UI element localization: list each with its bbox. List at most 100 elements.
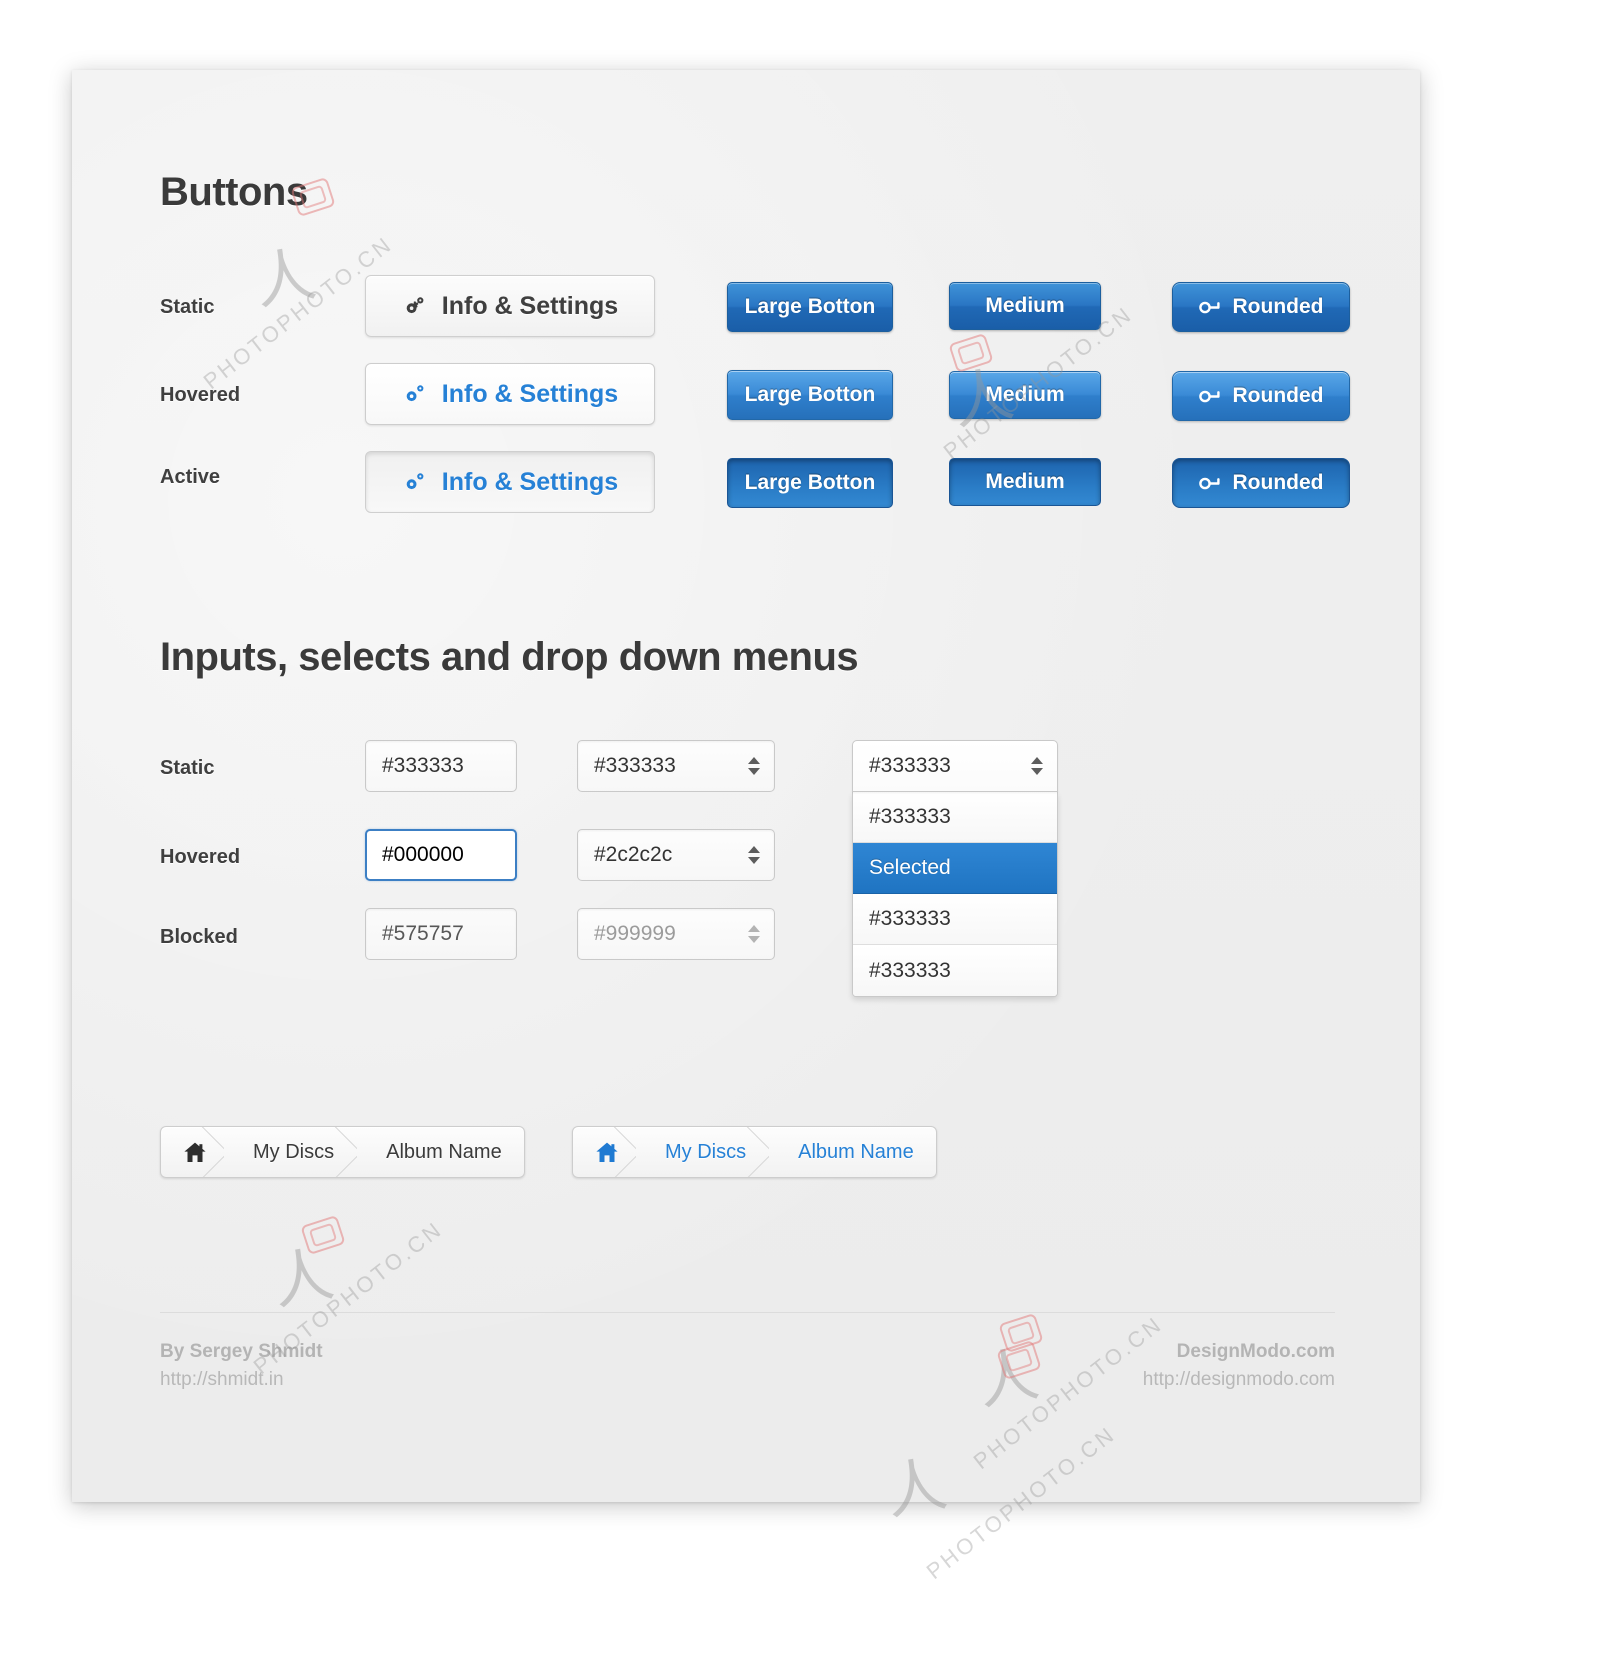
info-settings-button-active[interactable]: Info & Settings [365,451,655,513]
gear-icon [402,381,428,407]
dropdown-toggle[interactable]: #333333 [852,740,1058,792]
select-input-value: #2c2c2c [594,843,673,866]
text-input-value: #575757 [382,922,464,945]
large-button-active[interactable]: Large Botton [727,458,893,508]
dropdown-option[interactable]: #333333 [853,792,1057,843]
watermark-glyph: 人 [972,1339,1044,1419]
chevron-up-icon[interactable] [748,846,760,853]
chevron-up-icon [748,925,760,932]
dropdown-option[interactable]: #333333 [853,894,1057,945]
watermark-glyph: 人 [267,1239,339,1319]
chevron-down-icon[interactable] [1031,768,1043,775]
watermark-text: PHOTOPHOTO.CN [968,1311,1168,1475]
breadcrumb-label: My Discs [253,1140,335,1163]
chevron-up-icon[interactable] [1031,757,1043,764]
rounded-button-active[interactable]: Rounded [1172,458,1350,508]
breadcrumb-label: Album Name [798,1140,914,1163]
large-button-label: Large Botton [744,383,876,406]
dropdown-options-list: #333333 Selected #333333 #333333 [852,792,1058,997]
footer-divider [160,1312,1335,1313]
footer-author: By Sergey Shmidt http://shmidt.in [160,1338,323,1393]
dropdown-menu[interactable]: #333333 #333333 Selected #333333 #333333 [852,740,1058,997]
home-icon [183,1141,207,1164]
breadcrumb-separator [331,1127,357,1177]
dropdown-selected-value: #333333 [869,754,951,777]
info-settings-label: Info & Settings [441,467,619,496]
large-button-label: Large Botton [744,295,876,318]
large-button-hovered[interactable]: Large Botton [727,370,893,420]
info-settings-label: Info & Settings [441,379,619,408]
watermark-glyph: 人 [249,239,321,319]
select-input-value: #999999 [594,922,676,945]
chevron-down-icon[interactable] [748,768,760,775]
row-label-active-buttons: Active [160,466,221,488]
watermark-seal [300,1214,346,1256]
medium-button-hovered[interactable]: Medium [949,371,1101,419]
home-icon [595,1141,619,1164]
gear-icon [402,469,428,495]
screenshot-root: Buttons Static Hovered Active Info & Set… [0,0,1600,1677]
chevron-down-icon [748,936,760,943]
watermark-seal [948,332,994,374]
footer-author-url[interactable]: http://shmidt.in [160,1366,323,1394]
dropdown-option[interactable]: #333333 [853,945,1057,996]
spinner-arrows [748,925,760,943]
rounded-button-label: Rounded [1232,295,1324,318]
breadcrumb-separator [743,1127,769,1177]
breadcrumb-label: My Discs [665,1140,747,1163]
breadcrumb-grey[interactable]: My Discs Album Name [160,1126,525,1178]
footer-brand-url[interactable]: http://designmodo.com [1143,1366,1335,1394]
row-label-static-inputs: Static [160,757,215,779]
large-button-label: Large Botton [744,471,876,494]
breadcrumb-item-my-discs-blue[interactable]: My Discs [635,1127,768,1177]
medium-button-label: Medium [985,294,1065,317]
watermark-seal [998,1312,1044,1354]
large-button-static[interactable]: Large Botton [727,282,893,332]
inputs-section-title: Inputs, selects and drop down menus [160,635,859,679]
row-label-hovered-inputs: Hovered [160,846,241,868]
row-label-blocked-inputs: Blocked [160,926,238,948]
text-input-hovered[interactable]: #000000 [365,829,517,881]
chevron-down-icon[interactable] [748,857,760,864]
spinner-arrows[interactable] [748,846,760,864]
text-input-static[interactable]: #333333 [365,740,517,792]
footer-brand-name: DesignModo.com [1176,1341,1335,1362]
rounded-button-label: Rounded [1232,471,1324,494]
link-icon [1198,389,1221,403]
page-title: Buttons [160,170,308,214]
text-input-value: #333333 [382,754,464,777]
medium-button-label: Medium [985,383,1065,406]
breadcrumb-item-album-name-blue[interactable]: Album Name [768,1127,936,1177]
info-settings-button-static[interactable]: Info & Settings [365,275,655,337]
medium-button-label: Medium [985,470,1065,493]
info-settings-button-hovered[interactable]: Info & Settings [365,363,655,425]
breadcrumb-home-grey[interactable] [161,1127,223,1177]
footer-brand: DesignModo.com http://designmodo.com [1143,1338,1335,1393]
rounded-button-label: Rounded [1232,384,1324,407]
medium-button-active[interactable]: Medium [949,458,1101,506]
info-settings-label: Info & Settings [441,291,619,320]
footer-author-name: By Sergey Shmidt [160,1341,323,1362]
spinner-arrows[interactable] [1031,757,1043,775]
link-icon [1198,300,1221,314]
select-input-hovered[interactable]: #2c2c2c [577,829,775,881]
breadcrumb-blue[interactable]: My Discs Album Name [572,1126,937,1178]
link-icon [1198,476,1221,490]
text-input-value: #000000 [382,843,464,866]
breadcrumb-home-blue[interactable] [573,1127,635,1177]
row-label-hovered-buttons: Hovered [160,384,241,406]
medium-button-static[interactable]: Medium [949,282,1101,330]
select-input-static[interactable]: #333333 [577,740,775,792]
rounded-button-static[interactable]: Rounded [1172,282,1350,332]
select-input-blocked: #999999 [577,908,775,960]
breadcrumb-item-my-discs-grey[interactable]: My Discs [223,1127,356,1177]
ui-kit-sheet: Buttons Static Hovered Active Info & Set… [72,70,1420,1502]
gear-icon [402,293,428,319]
chevron-up-icon[interactable] [748,757,760,764]
select-input-value: #333333 [594,754,676,777]
breadcrumb-item-album-name-grey[interactable]: Album Name [356,1127,524,1177]
dropdown-option-selected[interactable]: Selected [853,843,1057,894]
spinner-arrows[interactable] [748,757,760,775]
rounded-button-hovered[interactable]: Rounded [1172,371,1350,421]
text-input-blocked: #575757 [365,908,517,960]
